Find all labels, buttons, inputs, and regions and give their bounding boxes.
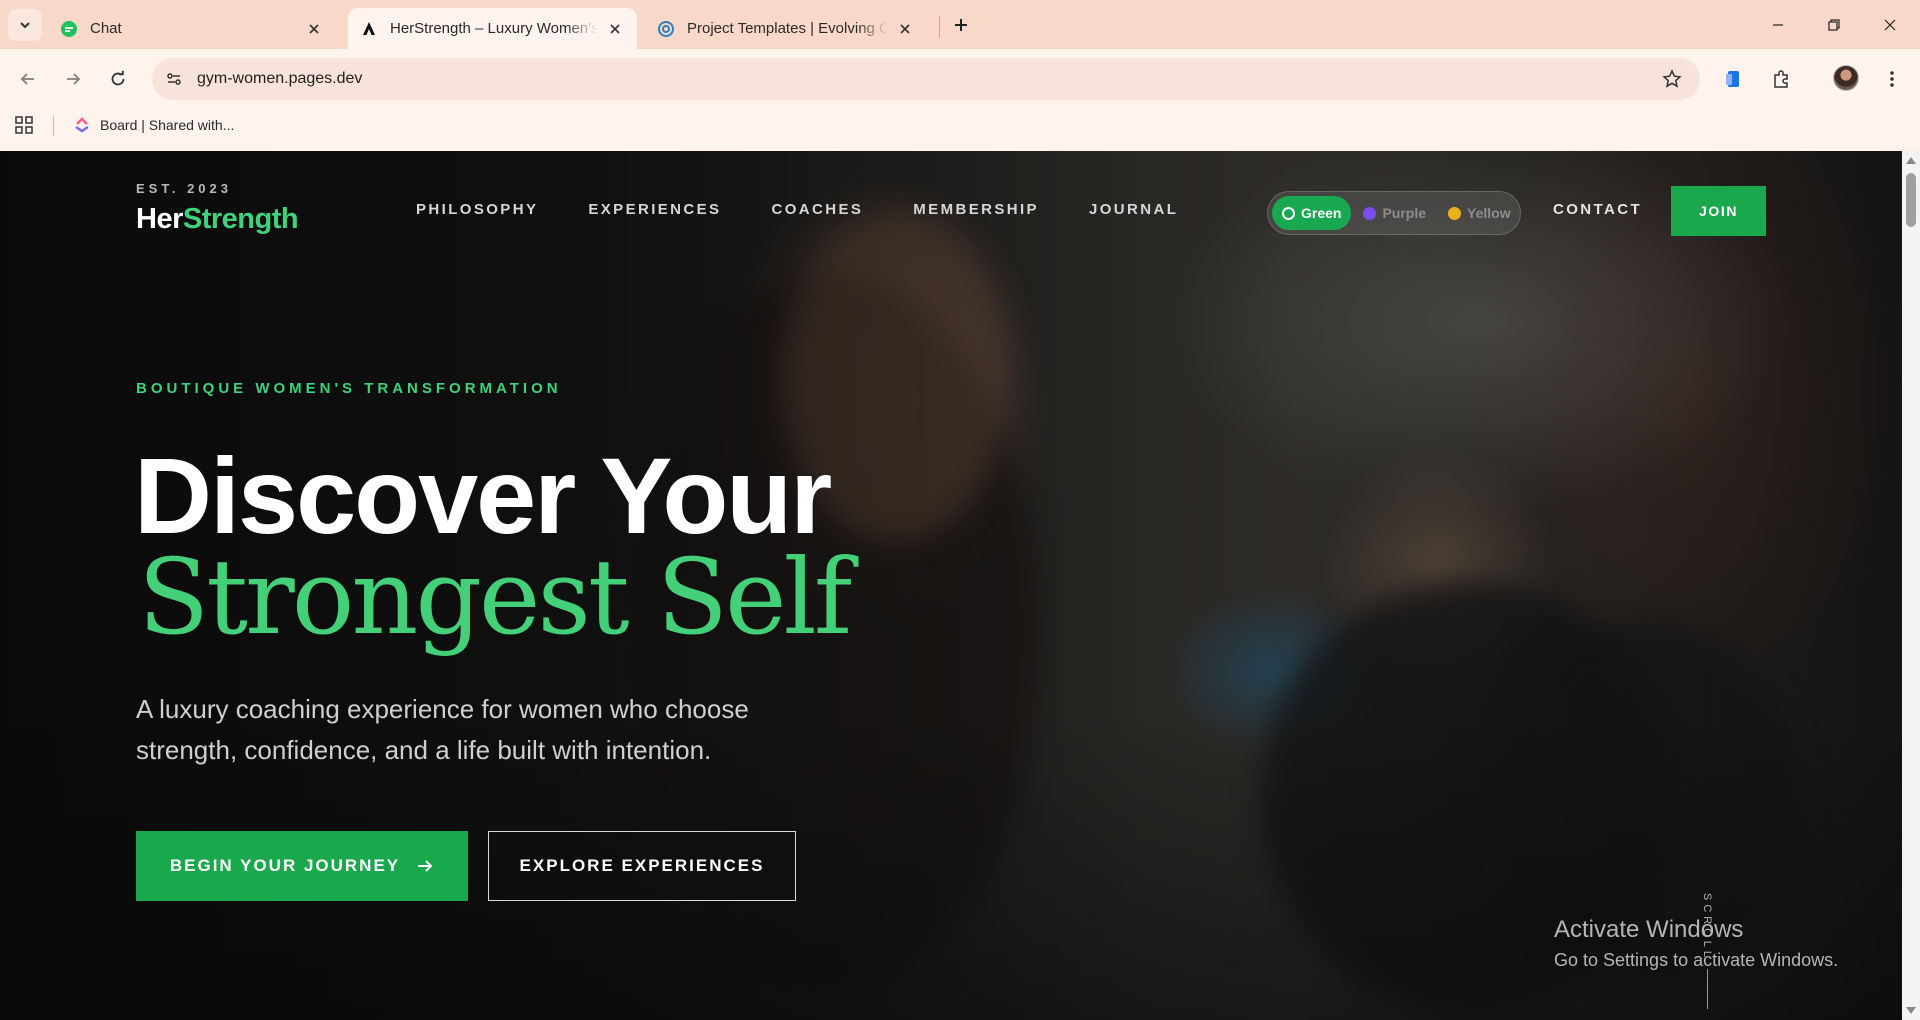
scrollbar-thumb[interactable] bbox=[1906, 173, 1916, 227]
logo-strength: Strength bbox=[182, 203, 299, 235]
minimize-icon bbox=[1773, 23, 1783, 26]
tab-search-button[interactable] bbox=[8, 9, 42, 41]
address-bar[interactable]: gym-women.pages.dev bbox=[152, 58, 1700, 100]
close-icon[interactable] bbox=[304, 19, 324, 39]
nav-membership[interactable]: MEMBERSHIP bbox=[913, 201, 1039, 218]
more-vertical-icon bbox=[1890, 71, 1894, 87]
tab-label: HerStrength – Luxury Women's bbox=[390, 20, 597, 37]
begin-journey-button[interactable]: BEGIN YOUR JOURNEY bbox=[136, 831, 468, 901]
bookmark-star-icon[interactable] bbox=[1662, 69, 1682, 89]
watermark-title: Activate Windows bbox=[1554, 916, 1744, 943]
project-site-icon bbox=[657, 20, 675, 38]
tab-project-templates[interactable]: Project Templates | Evolving Cyb bbox=[645, 8, 927, 49]
windows-activation-watermark: Activate Windows Go to Settings to activ… bbox=[1554, 916, 1838, 971]
close-icon bbox=[1884, 19, 1896, 30]
scroll-up-icon[interactable] bbox=[1906, 157, 1916, 164]
bookmark-board[interactable]: Board | Shared with... bbox=[74, 112, 234, 138]
color-dot-icon bbox=[1363, 206, 1377, 220]
new-tab-button[interactable] bbox=[948, 12, 974, 38]
tab-herstrength[interactable]: HerStrength – Luxury Women's bbox=[348, 8, 637, 49]
tab-label: Chat bbox=[90, 20, 122, 37]
profile-avatar[interactable] bbox=[1833, 65, 1859, 91]
site-settings-icon[interactable] bbox=[164, 69, 184, 89]
theme-option-yellow[interactable]: Yellow bbox=[1438, 196, 1521, 230]
theme-option-green[interactable]: Green bbox=[1272, 196, 1352, 230]
plus-icon bbox=[955, 19, 967, 31]
theme-switcher: Green Purple Yellow bbox=[1267, 191, 1521, 235]
browser-toolbar: gym-women.pages.dev bbox=[0, 49, 1920, 109]
close-window-button[interactable] bbox=[1862, 0, 1918, 49]
browser-tab-bar: Chat HerStrength – Luxury Women's Projec… bbox=[0, 0, 1920, 49]
hero-subtitle: A luxury coaching experience for women w… bbox=[136, 694, 749, 765]
tab-divider bbox=[939, 16, 940, 38]
minimize-button[interactable] bbox=[1750, 0, 1806, 49]
nav-contact[interactable]: CONTACT bbox=[1553, 201, 1642, 218]
apps-grid-icon[interactable] bbox=[14, 115, 34, 135]
theme-option-label: Green bbox=[1301, 205, 1342, 221]
theme-option-label: Yellow bbox=[1467, 205, 1511, 221]
color-dot-icon bbox=[1448, 206, 1462, 220]
main-nav: PHILOSOPHY EXPERIENCES COACHES MEMBERSHI… bbox=[416, 201, 1228, 218]
arrow-right-icon bbox=[67, 73, 81, 85]
close-icon[interactable] bbox=[605, 19, 625, 39]
watermark-subtitle: Go to Settings to activate Windows. bbox=[1554, 950, 1839, 970]
hero-eyebrow: BOUTIQUE WOMEN'S TRANSFORMATION bbox=[136, 380, 562, 397]
phone-link-icon bbox=[1726, 71, 1739, 87]
puzzle-icon bbox=[1774, 70, 1788, 88]
established-label: EST. 2023 bbox=[136, 181, 232, 196]
scroll-down-icon[interactable] bbox=[1906, 1007, 1916, 1014]
arrow-right-icon bbox=[418, 860, 433, 872]
close-icon[interactable] bbox=[895, 19, 915, 39]
button-label: BEGIN YOUR JOURNEY bbox=[169, 856, 401, 875]
bookmarks-bar bbox=[0, 109, 1920, 151]
extensions-button[interactable] bbox=[1765, 63, 1797, 95]
hero-section: EST. 2023 HerStrength PHILOSOPHY EXPERIE… bbox=[0, 151, 1902, 1020]
nav-experiences[interactable]: EXPERIENCES bbox=[588, 201, 721, 218]
page-scrollbar[interactable] bbox=[1902, 151, 1920, 1020]
chat-app-icon bbox=[60, 20, 78, 38]
reload-button[interactable] bbox=[102, 63, 134, 95]
back-button[interactable] bbox=[12, 63, 44, 95]
extension-phone-button[interactable] bbox=[1717, 63, 1749, 95]
hero-title-line2: Strongest Self bbox=[138, 536, 852, 658]
clickup-logo-icon bbox=[75, 117, 89, 133]
explore-experiences-button[interactable]: EXPLORE EXPERIENCES bbox=[488, 831, 796, 901]
tab-chat[interactable]: Chat bbox=[48, 8, 336, 49]
arrow-left-icon bbox=[20, 73, 34, 85]
tab-label: Project Templates | Evolving Cyb bbox=[687, 20, 887, 37]
nav-philosophy[interactable]: PHILOSOPHY bbox=[416, 201, 538, 218]
nav-journal[interactable]: JOURNAL bbox=[1089, 201, 1178, 218]
chevron-down-icon bbox=[20, 22, 30, 29]
theme-option-label: Purple bbox=[1382, 205, 1427, 221]
radio-dot-icon bbox=[1282, 206, 1295, 220]
restore-button[interactable] bbox=[1806, 0, 1862, 49]
restore-icon bbox=[1828, 18, 1840, 31]
bookmarks-divider bbox=[53, 116, 54, 136]
join-button[interactable]: JOIN bbox=[1671, 186, 1766, 236]
reload-icon bbox=[111, 70, 125, 86]
bookmark-label: Board | Shared with... bbox=[100, 117, 235, 133]
browser-menu-button[interactable] bbox=[1876, 63, 1908, 95]
forward-button[interactable] bbox=[57, 63, 89, 95]
url-text: gym-women.pages.dev bbox=[197, 70, 363, 87]
site-logo[interactable]: HerStrength bbox=[136, 203, 299, 236]
nav-coaches[interactable]: COACHES bbox=[771, 201, 863, 218]
site-logo-icon bbox=[360, 20, 378, 38]
theme-option-purple[interactable]: Purple bbox=[1353, 196, 1436, 230]
scroll-indicator-line bbox=[1707, 969, 1708, 1009]
logo-her: Her bbox=[136, 203, 183, 235]
button-label: EXPLORE EXPERIENCES bbox=[519, 856, 765, 875]
